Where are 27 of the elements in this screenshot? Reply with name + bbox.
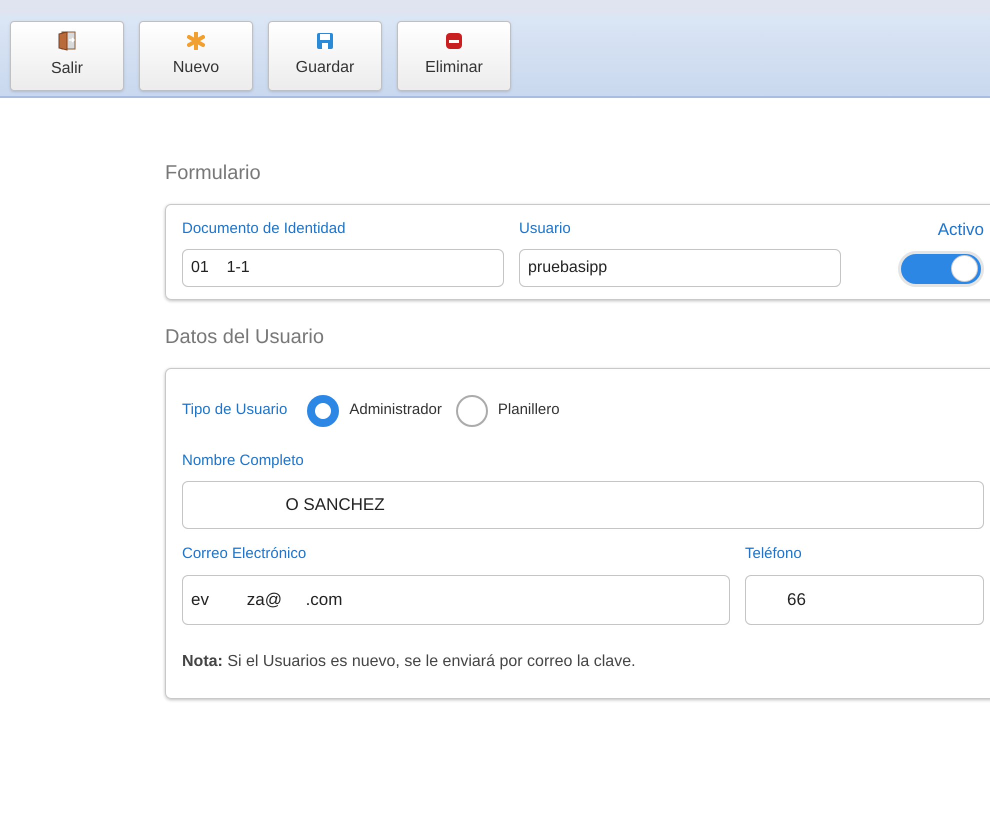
minus-icon [445,32,463,50]
field-label: Usuario [519,219,572,239]
field-label: Tipo de Usuario [182,400,288,420]
toolbar-button[interactable]: Salir [10,20,124,90]
field-label: Activo [938,219,984,241]
toolbar-button[interactable]: Eliminar [397,20,511,90]
user-field[interactable]: pruebasipp [519,248,841,286]
email-field[interactable]: ev za@ .com [182,574,730,624]
asterisk-icon [187,32,205,50]
field-label: Nombre Completo [182,450,305,470]
door-icon [58,30,76,50]
phone-field[interactable]: 66 [745,574,984,624]
toolbar-button[interactable]: Nuevo [139,20,253,90]
document-field[interactable]: 01 1-1 [182,248,504,286]
radio-label: Planillero [498,400,560,420]
section-title: Formulario [165,161,262,186]
radio-label: Administrador [349,400,442,420]
name-field[interactable]: O SANCHEZ [182,481,984,529]
note-text: Nota: Si el Usuarios es nuevo, se le enviará por correo la clave. [182,652,637,672]
radio-button[interactable] [456,394,488,426]
active-toggle[interactable] [898,250,984,286]
field-label: Correo Electrónico [182,544,308,564]
field-label: Teléfono [745,544,803,564]
radio-button[interactable] [307,394,340,426]
field-label: Documento de Identidad [182,219,346,239]
toolbar-button[interactable]: Guardar [268,20,382,90]
section-title: Datos del Usuario [165,324,325,350]
